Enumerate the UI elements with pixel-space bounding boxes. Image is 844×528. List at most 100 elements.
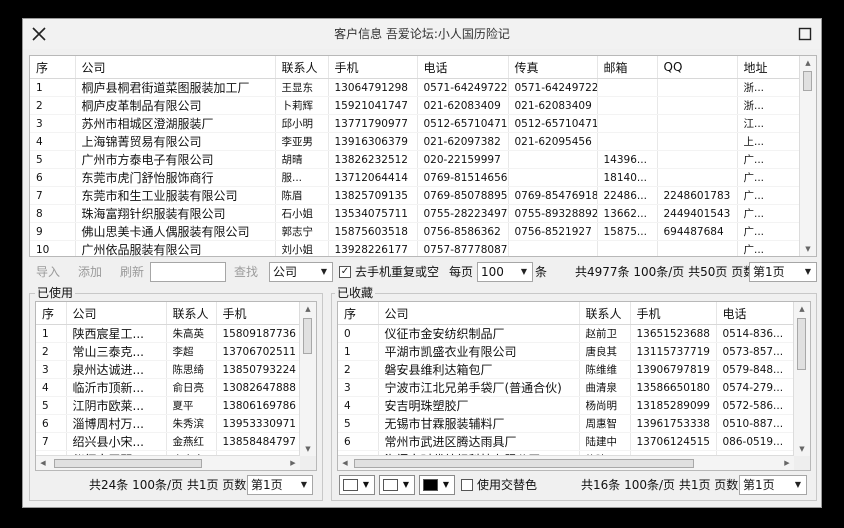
table-cell: [657, 132, 738, 151]
column-header[interactable]: 序: [36, 302, 67, 325]
table-cell: 浙...: [737, 78, 803, 97]
scroll-down-icon[interactable]: ▼: [794, 442, 810, 456]
column-header[interactable]: 手机: [328, 56, 418, 79]
table-row[interactable]: 3 苏州市相城区澄湖服装厂 邱小明 13771790977 0512-65710471 0…: [30, 114, 803, 133]
column-header[interactable]: 联系人: [275, 56, 329, 79]
table-row[interactable]: 5 广州市方泰电子有限公司 胡晴 13826232512 020-22159997 143…: [30, 150, 803, 169]
scroll-right-icon[interactable]: ▶: [286, 456, 300, 470]
column-header[interactable]: 手机: [630, 302, 717, 325]
used-page-select[interactable]: 第1页 ▼: [247, 475, 313, 495]
column-header[interactable]: 电话: [716, 302, 797, 325]
search-field-select[interactable]: 公司 ▼: [269, 262, 333, 282]
table-cell: 2: [36, 342, 67, 361]
table-row[interactable]: 1 桐庐县桐君街道菜图服装加工厂 王显东 13064791298 0571-642497…: [30, 78, 803, 97]
refresh-button[interactable]: 刷新: [115, 263, 149, 281]
maximize-square-icon[interactable]: [795, 24, 815, 44]
hscroll-thumb[interactable]: [354, 459, 694, 468]
column-header[interactable]: 邮箱: [597, 56, 658, 79]
scroll-thumb[interactable]: [803, 71, 812, 91]
table-row[interactable]: 7 绍兴县小宋... 金燕红 13858484797: [36, 432, 303, 451]
column-header[interactable]: 地址: [737, 56, 803, 79]
table-cell: 0572-586...: [716, 396, 797, 415]
table-row[interactable]: 0 仪征市金安纺织制品厂 赵前卫 13651523688 0514-836...: [338, 324, 797, 343]
dedupe-checkbox[interactable]: ✓: [339, 266, 351, 278]
table-row[interactable]: 8 珠海富翔针织服装有限公司 石小姐 13534075711 0755-28223497…: [30, 204, 803, 223]
table-row[interactable]: 7 东莞市和生工业服装有限公司 陈眉 13825709135 0769-85078895…: [30, 186, 803, 205]
scroll-up-icon[interactable]: ▲: [800, 56, 816, 70]
color-picker-2[interactable]: ▼: [379, 475, 415, 495]
add-button[interactable]: 添加: [73, 263, 107, 281]
table-cell: 东莞市虎门舒怡服饰商行: [75, 168, 276, 187]
column-header[interactable]: 序: [30, 56, 76, 79]
column-header[interactable]: 公司: [75, 56, 276, 79]
table-row[interactable]: 2 常山三泰克... 李超 13706702511: [36, 342, 303, 361]
table-cell: 安吉明珠塑胶厂: [378, 396, 580, 415]
table-row[interactable]: 3 泉州达诚进... 陈思绮 13850793224: [36, 360, 303, 379]
scroll-down-icon[interactable]: ▼: [300, 442, 316, 456]
scroll-thumb[interactable]: [797, 318, 806, 370]
color-picker-1[interactable]: ▼: [339, 475, 375, 495]
used-horizontal-scrollbar[interactable]: ◀ ▶: [36, 455, 300, 470]
triangle-down-icon: ▼: [442, 480, 450, 489]
column-header[interactable]: 联系人: [579, 302, 631, 325]
table-cell: 021-62083409: [508, 96, 598, 115]
scroll-corner: [794, 456, 810, 470]
table-cell: 0755-28223497: [417, 204, 509, 223]
scroll-left-icon[interactable]: ◀: [36, 456, 50, 470]
table-cell: 0579-848...: [716, 360, 797, 379]
table-row[interactable]: 4 安吉明珠塑胶厂 杨尚明 13185289099 0572-586...: [338, 396, 797, 415]
used-vertical-scrollbar[interactable]: ▲ ▼: [299, 302, 316, 456]
column-header[interactable]: QQ: [657, 56, 738, 79]
fav-table: 序公司 联系人 手机 电话 0 仪征市金安纺织制品厂 赵前卫 13651523688 0514…: [337, 301, 811, 471]
table-cell: 0574-279...: [716, 378, 797, 397]
table-row[interactable]: 6 东莞市虎门舒怡服饰商行 服... 13712064414 0769-81514656…: [30, 168, 803, 187]
table-cell: 020-22159997: [417, 150, 509, 169]
table-cell: 6: [338, 432, 379, 451]
hscroll-thumb[interactable]: [54, 459, 202, 468]
column-header[interactable]: 公司: [66, 302, 167, 325]
table-row[interactable]: 6 常州市武进区腾达雨具厂 陆建中 13706124515 086-0519...: [338, 432, 797, 451]
table-cell: 14396...: [597, 150, 658, 169]
scroll-right-icon[interactable]: ▶: [780, 456, 794, 470]
check-icon: ✓: [340, 266, 350, 277]
search-input[interactable]: [150, 262, 226, 282]
table-row[interactable]: 4 上海锦菁贸易有限公司 李亚男 13916306379 021-62097382 021…: [30, 132, 803, 151]
color-picker-3[interactable]: ▼: [419, 475, 455, 495]
scroll-thumb[interactable]: [303, 318, 312, 354]
table-row[interactable]: 2 桐庐皮革制品有限公司 卜莉辉 15921041747 021-62083409 021…: [30, 96, 803, 115]
table-cell: 卜莉辉: [275, 96, 329, 115]
fav-horizontal-scrollbar[interactable]: ◀ ▶: [338, 455, 794, 470]
table-row[interactable]: 10 广州依品服装有限公司 刘小姐 13928226177 0757-87778087 广…: [30, 240, 803, 256]
main-page-select[interactable]: 第1页 ▼: [749, 262, 817, 282]
column-header[interactable]: 公司: [378, 302, 580, 325]
table-vertical-scrollbar[interactable]: ▲ ▼: [799, 56, 816, 256]
fav-page-select[interactable]: 第1页 ▼: [739, 475, 807, 495]
column-header[interactable]: 手机: [216, 302, 303, 325]
table-cell: 3: [36, 360, 67, 379]
table-row[interactable]: 5 无锡市甘霖服装辅料厂 周惠智 13961753338 0510-887...: [338, 414, 797, 433]
table-row[interactable]: 5 江阴市欧莱... 夏平 13806169786: [36, 396, 303, 415]
table-row[interactable]: 1 陕西宸星工... 朱高英 15809187736: [36, 324, 303, 343]
scroll-left-icon[interactable]: ◀: [338, 456, 352, 470]
fav-vertical-scrollbar[interactable]: ▲ ▼: [793, 302, 810, 456]
table-cell: 1: [338, 342, 379, 361]
alt-color-checkbox[interactable]: [461, 479, 473, 491]
scroll-up-icon[interactable]: ▲: [794, 302, 810, 316]
table-row[interactable]: 4 临沂市顶新... 俞日亮 13082647888: [36, 378, 303, 397]
column-header[interactable]: 联系人: [166, 302, 217, 325]
per-page-select[interactable]: 100 ▼: [477, 262, 533, 282]
column-header[interactable]: 电话: [417, 56, 509, 79]
table-row[interactable]: 6 淄博周村万... 朱秀滨 13953330971: [36, 414, 303, 433]
find-button[interactable]: 查找: [229, 263, 263, 281]
table-row[interactable]: 3 宁波市江北兄弟手袋厂(普通合伙) 曲清泉 13586650180 0574-279.…: [338, 378, 797, 397]
column-header[interactable]: 序: [338, 302, 379, 325]
import-button[interactable]: 导入: [31, 263, 65, 281]
table-cell: 2: [338, 360, 379, 379]
column-header[interactable]: 传真: [508, 56, 598, 79]
table-row[interactable]: 2 磐安县维利达箱包厂 陈维维 13906797819 0579-848...: [338, 360, 797, 379]
table-cell: 陈思绮: [166, 360, 217, 379]
table-row[interactable]: 1 平湖市凯盛衣业有限公司 唐良其 13115737719 0573-857...: [338, 342, 797, 361]
table-row[interactable]: 9 佛山思美卡通人偶服装有限公司 郭志宁 15875603518 0756-858636…: [30, 222, 803, 241]
scroll-up-icon[interactable]: ▲: [300, 302, 316, 316]
scroll-down-icon[interactable]: ▼: [800, 242, 816, 256]
